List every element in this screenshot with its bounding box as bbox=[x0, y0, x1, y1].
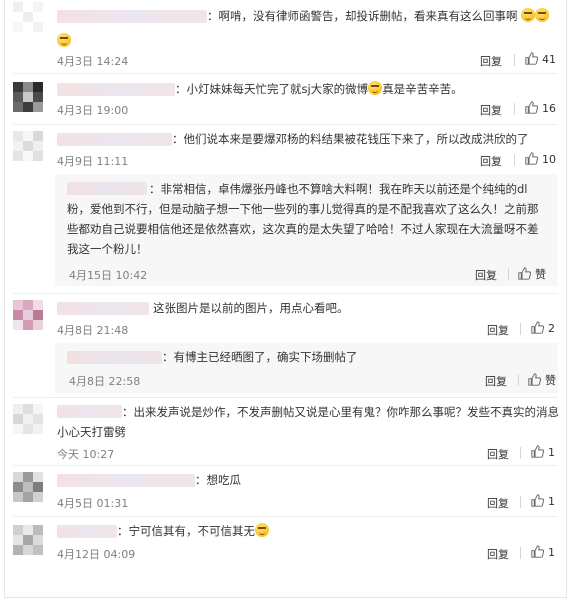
reply-button[interactable]: 回复 bbox=[487, 546, 509, 562]
like-button[interactable]: 赞 bbox=[518, 266, 546, 282]
avatar[interactable] bbox=[13, 472, 43, 502]
reply-button[interactable]: 回复 bbox=[475, 267, 497, 283]
thumbs-up-icon bbox=[531, 445, 545, 458]
laugh-emoji-icon bbox=[535, 8, 550, 22]
reply-button[interactable]: 回复 bbox=[487, 322, 509, 338]
comment-item: ：出来发声说是炒作，不发声删帖又说是心里有鬼？你咋那么事呢？发些不真实的消息小心… bbox=[5, 398, 566, 464]
thumbs-up-icon bbox=[518, 267, 532, 280]
comment-item: ：宁可信其有，不可信其无 4月12日 04:09 回复 1 bbox=[5, 517, 566, 567]
username-blurred[interactable] bbox=[57, 83, 175, 96]
username-blurred[interactable] bbox=[57, 525, 117, 538]
username-blurred[interactable] bbox=[57, 133, 172, 146]
divider bbox=[520, 447, 521, 459]
reply-button[interactable]: 回复 bbox=[480, 53, 502, 69]
thumbs-up-icon bbox=[525, 152, 539, 165]
comment-time: 4月9日 11:11 bbox=[57, 155, 129, 168]
comment-time: 4月5日 01:31 bbox=[57, 497, 129, 510]
thumbs-up-icon bbox=[531, 321, 545, 334]
comment-text: 这张图片是以前的图片，用点心看吧。 bbox=[153, 301, 349, 315]
thumbs-up-icon bbox=[525, 101, 539, 114]
like-button[interactable]: 10 bbox=[525, 152, 556, 166]
avatar[interactable] bbox=[13, 404, 43, 434]
like-button[interactable]: 41 bbox=[525, 52, 556, 66]
like-button[interactable]: 2 bbox=[531, 321, 555, 335]
username-blurred[interactable] bbox=[57, 474, 195, 487]
comment-time: 4月8日 21:48 bbox=[57, 324, 129, 337]
avatar[interactable] bbox=[13, 131, 43, 161]
comment-item: ：他们说本来是要爆邓杨的料结果被花钱压下来了，所以改成洪欣的了 4月9日 11:… bbox=[5, 125, 566, 175]
comment-list: ：啊啃，没有律师函警告，却投诉删帖，看来真有这么回事啊 4月3日 14:24 回… bbox=[4, 0, 567, 598]
like-button[interactable]: 16 bbox=[525, 101, 556, 115]
thumbs-up-icon bbox=[528, 373, 542, 386]
comment-text: ：有博主已经晒图了，确实下场删帖了 bbox=[162, 350, 358, 364]
thumbs-up-icon bbox=[531, 494, 545, 507]
comment-text: ：想吃瓜 bbox=[195, 473, 241, 487]
like-button[interactable]: 1 bbox=[531, 545, 555, 559]
divider bbox=[520, 323, 521, 335]
divider bbox=[514, 103, 515, 115]
comment-text: ：小灯妹妹每天忙完了就sj大家的微博 真是辛苦辛苦。 bbox=[175, 81, 463, 96]
like-button[interactable]: 1 bbox=[531, 445, 555, 459]
avatar[interactable] bbox=[13, 82, 43, 112]
sub-reply-box: ：有博主已经晒图了，确实下场删帖了 4月8日 22:58 回复 赞 bbox=[55, 343, 558, 393]
comment-time: 4月8日 22:58 bbox=[69, 375, 141, 388]
comment-text: ：非常相信，卓伟爆张丹峰也不算啥大料啊！我在昨天以前还是个纯纯的dl粉，爱他到不… bbox=[67, 182, 539, 256]
divider bbox=[520, 496, 521, 508]
laugh-emoji-icon bbox=[255, 523, 269, 537]
comment-time: 4月12日 04:09 bbox=[57, 548, 136, 561]
divider bbox=[518, 374, 519, 386]
thumbs-up-icon bbox=[525, 52, 539, 65]
laugh-emoji-icon bbox=[521, 8, 536, 22]
divider bbox=[520, 547, 521, 559]
avatar[interactable] bbox=[13, 525, 43, 555]
comment-text: ：宁可信其有，不可信其无 bbox=[117, 522, 269, 540]
thumbs-up-icon bbox=[531, 545, 545, 558]
like-button[interactable]: 赞 bbox=[528, 372, 556, 388]
comment-item: 这张图片是以前的图片，用点心看吧。 4月8日 21:48 回复 2 bbox=[5, 294, 566, 342]
reply-button[interactable]: 回复 bbox=[487, 495, 509, 511]
username-blurred[interactable] bbox=[57, 302, 149, 315]
comment-time: 今天 10:27 bbox=[57, 448, 115, 461]
avatar[interactable] bbox=[13, 300, 43, 330]
comment-text: ：啊啃，没有律师函警告，却投诉删帖，看来真有这么回事啊 bbox=[207, 7, 550, 25]
sub-reply-box: ：非常相信，卓伟爆张丹峰也不算啥大料啊！我在昨天以前还是个纯纯的dl粉，爱他到不… bbox=[55, 174, 558, 286]
avatar[interactable] bbox=[13, 2, 43, 32]
comment-time: 4月3日 14:24 bbox=[57, 55, 129, 68]
laugh-emoji-icon bbox=[57, 33, 71, 47]
comment-time: 4月15日 10:42 bbox=[69, 269, 148, 282]
reply-button[interactable]: 回复 bbox=[485, 373, 507, 389]
reply-button[interactable]: 回复 bbox=[487, 446, 509, 462]
like-button[interactable]: 1 bbox=[531, 494, 555, 508]
comment-item: ：小灯妹妹每天忙完了就sj大家的微博 真是辛苦辛苦。 4月3日 19:00 回复 … bbox=[5, 74, 566, 124]
divider bbox=[514, 154, 515, 166]
divider bbox=[508, 268, 509, 280]
comment-text: ：出来发声说是炒作，不发声删帖又说是心里有鬼？你咋那么事呢？发些不真实的消息小心… bbox=[57, 405, 559, 439]
reply-button[interactable]: 回复 bbox=[480, 153, 502, 169]
username-blurred[interactable] bbox=[67, 351, 162, 364]
username-blurred[interactable] bbox=[57, 10, 207, 23]
comment-item: ：啊啃，没有律师函警告，却投诉删帖，看来真有这么回事啊 4月3日 14:24 回… bbox=[5, 0, 566, 70]
comment-item: ：想吃瓜 4月5日 01:31 回复 1 bbox=[5, 466, 566, 516]
divider bbox=[514, 54, 515, 66]
reply-button[interactable]: 回复 bbox=[480, 102, 502, 118]
comment-text: ：他们说本来是要爆邓杨的料结果被花钱压下来了，所以改成洪欣的了 bbox=[172, 132, 529, 146]
laugh-emoji-icon bbox=[368, 81, 383, 95]
comment-time: 4月3日 19:00 bbox=[57, 104, 129, 117]
